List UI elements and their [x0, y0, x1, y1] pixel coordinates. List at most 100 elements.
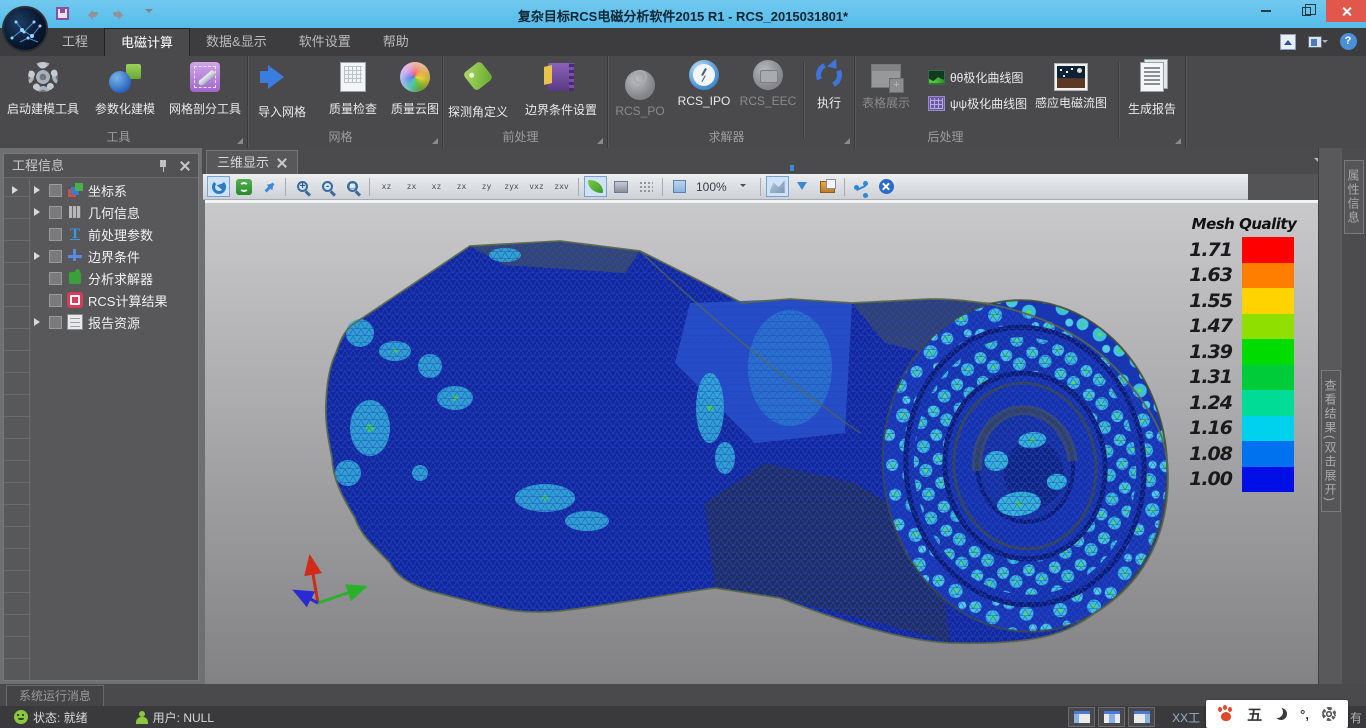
table-display-button[interactable]: 表格展示 — [850, 60, 922, 126]
group-expand-icon[interactable] — [432, 138, 438, 144]
tab-settings[interactable]: 软件设置 — [283, 28, 367, 56]
viewport-3d[interactable]: Mesh Quality 1.71 1.63 1.55 1.47 1.39 1.… — [205, 200, 1318, 684]
checkbox[interactable] — [49, 184, 62, 197]
clear-view-button[interactable] — [875, 176, 898, 197]
app-logo[interactable] — [2, 6, 48, 52]
pin-icon[interactable] — [158, 160, 168, 172]
results-collapsed-tab[interactable]: 查看结果(双击展开) — [1321, 370, 1341, 512]
checkbox[interactable] — [49, 206, 62, 219]
chevron-down-icon — [740, 184, 746, 190]
gear-icon[interactable] — [1322, 707, 1336, 721]
checkbox[interactable] — [49, 250, 62, 263]
induced-current-map-button[interactable]: 感应电磁流图 — [1026, 60, 1116, 126]
rcs-eec-button[interactable]: RCS_EEC — [737, 60, 799, 126]
tree-item-report-resources[interactable]: 报告资源 — [30, 311, 198, 333]
collapse-ribbon-button[interactable] — [1278, 32, 1298, 51]
expander-icon[interactable] — [34, 318, 44, 326]
tab-help[interactable]: 帮助 — [367, 28, 425, 56]
view-zx2-button[interactable]: zx — [450, 176, 473, 197]
moon-icon[interactable] — [1275, 708, 1287, 720]
view-iso1-button[interactable]: vxz — [525, 176, 548, 197]
layout-right-button[interactable] — [1128, 707, 1155, 727]
surface-mode-button[interactable] — [609, 176, 632, 197]
close-icon[interactable] — [179, 160, 190, 171]
zoom-fit-button[interactable]: □ — [341, 176, 364, 197]
spin-tool-button[interactable] — [232, 176, 255, 197]
view-xz-button[interactable]: xz — [375, 176, 398, 197]
axis-view-icon: vxz — [529, 182, 543, 191]
layers-button[interactable] — [816, 176, 839, 197]
probe-angle-button[interactable]: 探测角定义 — [440, 60, 516, 126]
view-zx-button[interactable]: zx — [400, 176, 423, 197]
launch-modeling-tool-button[interactable]: 启动建模工具 — [0, 60, 86, 126]
restore-button[interactable] — [1286, 0, 1326, 22]
parametric-modeling-button[interactable]: 参数化建模 — [82, 60, 168, 126]
book-icon — [548, 63, 574, 91]
tree-item-geometry-info[interactable]: 几何信息 — [30, 201, 198, 223]
expander-icon[interactable] — [34, 208, 44, 216]
theta-polar-curve-button[interactable]: θθ极化曲线图 — [922, 64, 1033, 90]
tab-project[interactable]: 工程 — [46, 28, 104, 56]
system-messages-tab[interactable]: 系统运行消息 — [6, 685, 104, 706]
tree-item-coordinate-system[interactable]: 坐标系 — [30, 179, 198, 201]
mesh-display-button[interactable] — [766, 176, 789, 197]
layout-left-button[interactable] — [1068, 707, 1095, 727]
import-view-button[interactable] — [791, 176, 814, 197]
group-expand-icon[interactable] — [844, 138, 850, 144]
view-zyx-button[interactable]: zyx — [500, 176, 523, 197]
points-mode-button[interactable] — [634, 176, 657, 197]
mesh-partition-tool-button[interactable]: 网格剖分工具 — [162, 60, 248, 126]
minimize-button[interactable] — [1246, 0, 1286, 22]
zoom-level-value: 100% — [693, 180, 730, 194]
group-expand-icon[interactable] — [597, 138, 603, 144]
execute-button[interactable]: 执行 — [805, 60, 853, 126]
expander-icon[interactable] — [12, 186, 22, 194]
checkbox[interactable] — [49, 294, 62, 307]
link-button[interactable] — [850, 176, 873, 197]
zoom-in-button[interactable]: + — [291, 176, 314, 197]
help-button[interactable]: ? — [1338, 32, 1358, 51]
tree-item-boundary-conditions[interactable]: 边界条件 — [30, 245, 198, 267]
window-style-button[interactable] — [1308, 32, 1328, 51]
zoom-out-button[interactable]: - — [316, 176, 339, 197]
shaded-mode-button[interactable] — [584, 176, 607, 197]
zoom-level-dropdown[interactable] — [732, 176, 755, 197]
ribbon-group-postprocess: 表格展示 θθ极化曲线图 ψψ极化曲线图 感应电磁流图 生成报告 — [856, 56, 1186, 148]
checkbox[interactable] — [49, 228, 62, 241]
psi-polar-curve-button[interactable]: ψψ极化曲线图 — [922, 90, 1033, 116]
baidu-paw-icon[interactable] — [1218, 706, 1234, 722]
ribbon-group-tools: 启动建模工具 参数化建模 网格剖分工具 工具 — [0, 56, 248, 148]
checkbox[interactable] — [49, 316, 62, 329]
import-mesh-button[interactable]: 导入网格 — [243, 60, 321, 126]
expander-icon[interactable] — [34, 186, 44, 194]
group-expand-icon[interactable] — [237, 138, 243, 144]
scale-button[interactable] — [668, 176, 691, 197]
punctuation-icon[interactable]: °, — [1300, 707, 1309, 722]
generate-report-button[interactable]: 生成报告 — [1120, 60, 1184, 126]
tree-item-preprocess-params[interactable]: T 前处理参数 — [30, 223, 198, 245]
close-button[interactable] — [1326, 0, 1366, 22]
tree-item-rcs-results[interactable]: RCS计算结果 — [30, 289, 198, 311]
quality-check-button[interactable]: 质量检查 — [321, 60, 385, 126]
ime-mode-label[interactable]: 五 — [1247, 704, 1262, 725]
ime-toolbar[interactable]: 五 °, — [1206, 700, 1348, 728]
tab-em-compute[interactable]: 电磁计算 — [104, 28, 190, 56]
view-iso2-button[interactable]: zxv — [550, 176, 573, 197]
group-expand-icon[interactable] — [1175, 138, 1181, 144]
properties-collapsed-tab[interactable]: 属性信息 — [1344, 160, 1364, 234]
rotate-tool-button[interactable] — [207, 176, 230, 197]
tab-data-display[interactable]: 数据&显示 — [190, 28, 283, 56]
view-zy-button[interactable]: zy — [475, 176, 498, 197]
pan-tool-button[interactable] — [257, 176, 280, 197]
tree-item-analysis-solver[interactable]: 分析求解器 — [30, 267, 198, 289]
layout-middle-button[interactable] — [1098, 707, 1125, 727]
tab-3d-display[interactable]: 三维显示 — [206, 150, 298, 174]
rcs-po-button[interactable]: RCS_PO — [611, 60, 669, 126]
rcs-ipo-button[interactable]: RCS_IPO — [673, 60, 735, 126]
boundary-condition-button[interactable]: 边界条件设置 — [516, 60, 606, 126]
quality-cloud-map-button[interactable]: 质量云图 — [383, 60, 447, 126]
checkbox[interactable] — [49, 272, 62, 285]
close-icon[interactable] — [277, 158, 287, 168]
view-xz2-button[interactable]: xz — [425, 176, 448, 197]
expander-icon[interactable] — [34, 252, 44, 260]
